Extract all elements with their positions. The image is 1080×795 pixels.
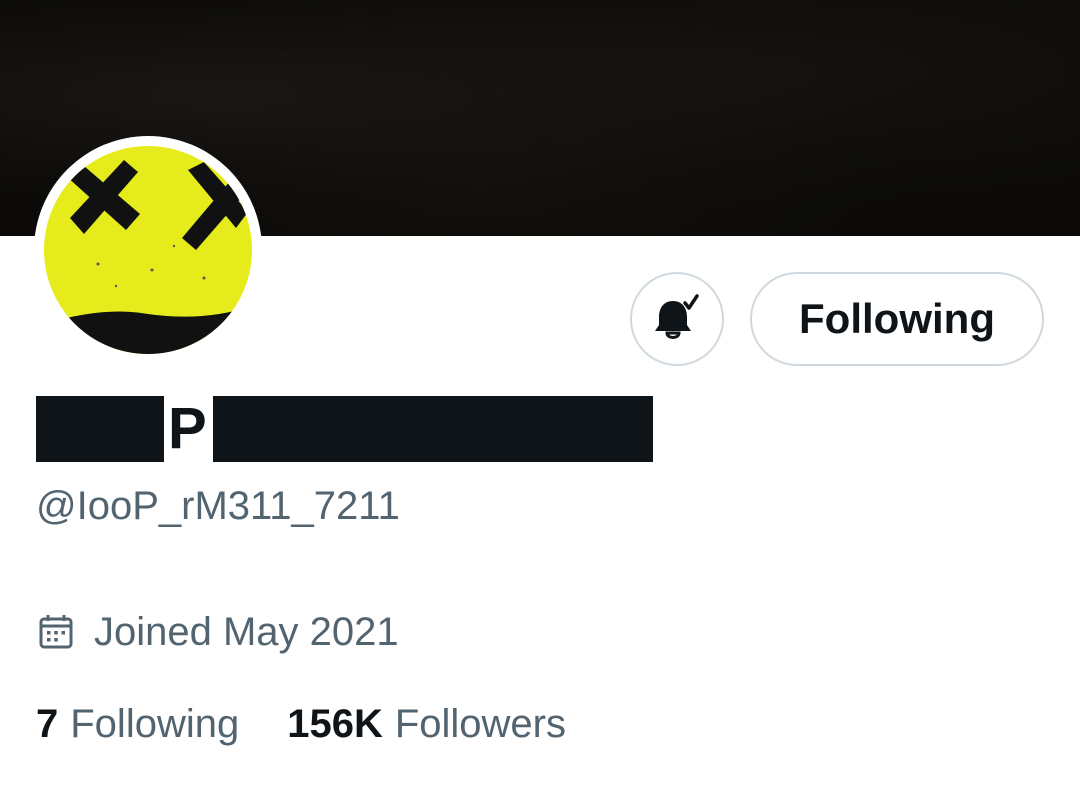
profile-page: Following P @IooP_rM311_7211 Joined May … [0,0,1080,795]
joined-date-row: Joined May 2021 [38,608,399,656]
followers-count-link[interactable]: 156K Followers [287,700,566,748]
redaction-bar [212,396,653,462]
notifications-button[interactable] [630,272,724,366]
profile-handle: @IooP_rM311_7211 [36,484,400,528]
calendar-icon [39,615,73,649]
followers-label: Followers [394,702,566,746]
following-label: Following [70,702,240,746]
following-count: 7 [36,702,59,746]
display-name: P [36,396,653,462]
following-button[interactable]: Following [750,272,1044,366]
follow-stats: 7 Following 156K Followers [36,700,614,748]
following-count-link[interactable]: 7 Following [36,700,239,748]
display-name-letter: P [168,396,207,461]
avatar[interactable] [44,146,252,354]
redaction-bar [36,396,164,462]
followers-count: 156K [287,702,383,746]
bell-check-icon [655,294,699,339]
joined-date-text: Joined May 2021 [94,610,399,654]
avatar-image [44,146,252,354]
